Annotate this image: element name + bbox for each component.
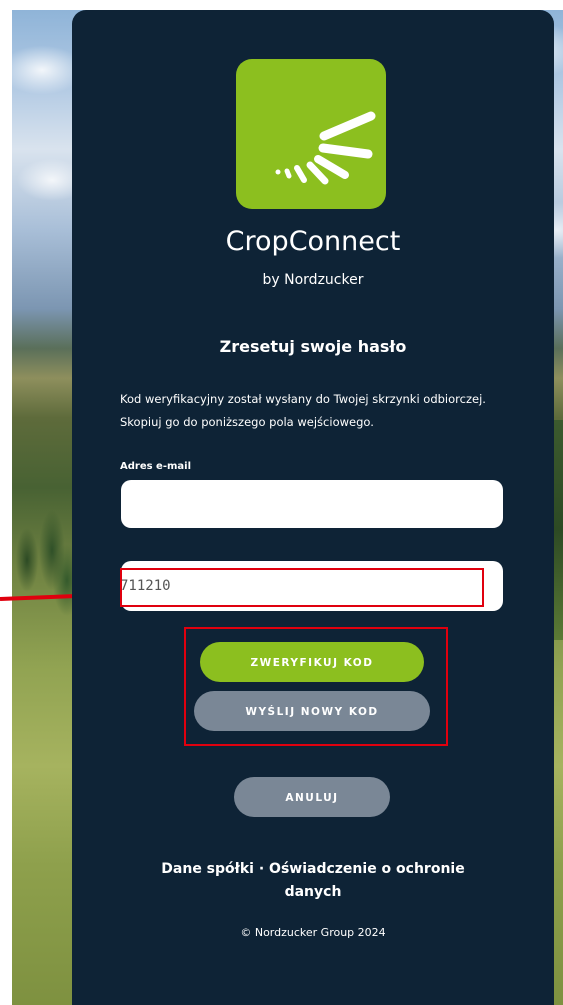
company-info-link[interactable]: Dane spółki: [161, 861, 254, 877]
sun-rays-logo-icon: [236, 59, 386, 209]
login-card: CropConnect by Nordzucker Zresetuj swoje…: [72, 10, 554, 1005]
privacy-policy-link[interactable]: Oświadczenie o ochronie danych: [269, 861, 465, 900]
cancel-button[interactable]: ANULUJ: [234, 777, 390, 817]
footer-links: Dane spółki · Oświadczenie o ochronie da…: [132, 858, 494, 904]
verify-code-button[interactable]: ZWERYFIKUJ KOD: [200, 642, 424, 682]
footer-separator: ·: [258, 861, 265, 877]
app-name: CropConnect: [225, 226, 401, 257]
copyright: © Nordzucker Group 2024: [240, 926, 386, 939]
page-title: Zresetuj swoje hasło: [219, 337, 407, 356]
email-field[interactable]: [121, 480, 503, 528]
app-subtitle: by Nordzucker: [262, 272, 364, 288]
email-label: Adres e-mail: [120, 461, 192, 472]
info-text: Kod weryfikacyjny został wysłany do Twoj…: [120, 392, 486, 429]
resend-code-button[interactable]: WYŚLIJ NOWY KOD: [194, 691, 430, 731]
verification-code-field[interactable]: [121, 561, 503, 611]
